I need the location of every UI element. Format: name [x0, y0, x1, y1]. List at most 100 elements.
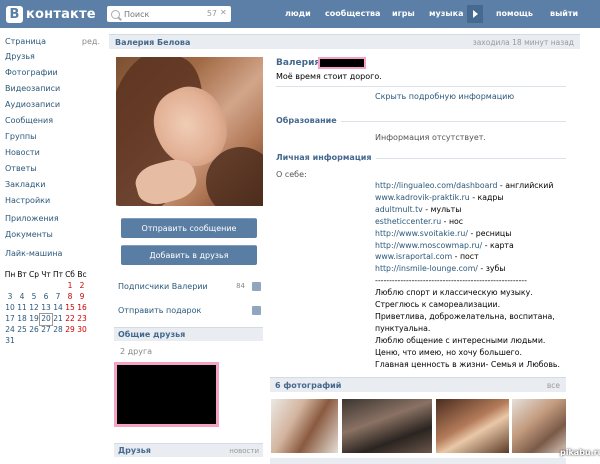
search-input[interactable]	[124, 9, 204, 19]
menu-videos[interactable]: Видеозаписи	[5, 84, 60, 93]
about-link[interactable]: adultmult.tv	[375, 205, 423, 214]
send-message-button[interactable]: Отправить сообщение	[121, 218, 257, 238]
calendar-day[interactable]: 29	[64, 325, 76, 336]
calendar-day[interactable]: 11	[16, 303, 28, 314]
calendar-day[interactable]: 27	[40, 325, 52, 336]
day-label: Пн	[4, 270, 16, 279]
calendar-day[interactable]: 18	[16, 314, 28, 325]
watermark: pikabu.ru	[560, 448, 600, 457]
day-label: Вс	[77, 270, 87, 279]
calendar-day[interactable]: 31	[4, 336, 16, 347]
calendar-day[interactable]: 22	[64, 314, 76, 325]
about-link[interactable]: estheticcenter.ru	[375, 217, 441, 226]
menu-edit[interactable]: ред.	[82, 37, 100, 46]
calendar-day[interactable]: 3	[4, 292, 16, 303]
about-link[interactable]: http://lingualeo.com/dashboard	[375, 181, 497, 190]
friend-photo-redacted[interactable]	[114, 362, 219, 427]
calendar-body: 1 2 3 4 5 6 7 8 9 10 11 12 13 14 15 16 17 18 19 20 21 22 23 24 2…	[4, 281, 92, 347]
about-link[interactable]: http://insmile-lounge.com/	[375, 264, 478, 273]
subscribers-icon	[252, 282, 261, 291]
about-line: adultmult.tv - мульты	[375, 204, 575, 216]
play-icon[interactable]	[467, 5, 483, 23]
about-line: www.kadrovik-praktik.ru - кадры	[375, 192, 575, 204]
photos-all-link[interactable]: все	[547, 381, 560, 390]
common-friends-title: Общие друзья	[118, 330, 186, 339]
nav-music[interactable]: музыка	[429, 9, 463, 18]
calendar-day[interactable]: 14	[52, 303, 64, 314]
common-friends-header[interactable]: Общие друзья	[114, 327, 263, 341]
menu-apps[interactable]: Приложения	[5, 214, 59, 223]
calendar-day[interactable]: 2	[76, 281, 88, 292]
menu-groups[interactable]: Группы	[5, 132, 36, 141]
photos-header[interactable]: 6 фотографий все	[270, 377, 566, 392]
vk-logo[interactable]: В контакте	[6, 5, 98, 23]
menu-answers[interactable]: Ответы	[5, 164, 37, 173]
photo-thumb[interactable]	[271, 399, 338, 453]
calendar-day[interactable]: 24	[4, 325, 16, 336]
calendar-day[interactable]: 25	[16, 325, 28, 336]
calendar-day[interactable]: 8	[64, 292, 76, 303]
day-label: Чт	[41, 270, 51, 279]
subscribers-count: 84	[236, 282, 245, 290]
calendar-day[interactable]: 26	[28, 325, 40, 336]
toggle-info-link[interactable]: Скрыть подробную информацию	[375, 92, 514, 101]
about-link[interactable]: http://www.moscowmap.ru/	[375, 241, 482, 250]
send-gift-label: Отправить подарок	[118, 306, 202, 315]
menu-messages[interactable]: Сообщения	[5, 116, 53, 125]
friends-header[interactable]: Друзья новости	[114, 443, 263, 457]
calendar-day[interactable]: 16	[76, 303, 88, 314]
calendar-day	[28, 281, 40, 292]
menu-app-likemachine[interactable]: Лайк-машина	[5, 249, 62, 258]
add-friend-button[interactable]: Добавить в друзья	[121, 245, 257, 265]
calendar-day[interactable]: 5	[28, 292, 40, 303]
send-gift-link[interactable]: Отправить подарок	[118, 306, 263, 315]
menu-news[interactable]: Новости	[5, 148, 40, 157]
menu-friends[interactable]: Друзья	[5, 52, 35, 61]
about-text-fragment: - нос	[441, 216, 464, 226]
about-link[interactable]: http://www.svoitakie.ru/	[375, 229, 468, 238]
about-text-fragment: - ресницы	[467, 228, 512, 238]
about-line: http://lingualeo.com/dashboard - английс…	[375, 180, 575, 192]
day-label: Сб	[65, 270, 75, 279]
calendar-day[interactable]: 17	[4, 314, 16, 325]
nav-logout[interactable]: выйти	[550, 9, 578, 18]
calendar-day[interactable]: 28	[52, 325, 64, 336]
photo-thumb[interactable]	[436, 399, 509, 453]
nav-help[interactable]: помощь	[496, 9, 533, 18]
close-icon[interactable]: ✕	[220, 8, 228, 18]
nav-people[interactable]: люди	[285, 9, 311, 18]
nav-games[interactable]: игры	[392, 9, 415, 18]
menu-page[interactable]: Страница	[5, 37, 46, 46]
friends-news-link[interactable]: новости	[229, 447, 259, 455]
calendar-day[interactable]: 4	[16, 292, 28, 303]
menu-docs[interactable]: Документы	[5, 230, 53, 239]
about-link[interactable]: www.kadrovik-praktik.ru	[375, 193, 470, 202]
calendar-day[interactable]: 15	[64, 303, 76, 314]
first-name: Валерия	[276, 58, 321, 68]
search-box[interactable]: 57 ✕	[107, 6, 231, 22]
calendar-day[interactable]: 7	[52, 292, 64, 303]
calendar-day[interactable]: 23	[76, 314, 88, 325]
menu-photos[interactable]: Фотографии	[5, 68, 58, 77]
menu-audio[interactable]: Аудиозаписи	[5, 100, 60, 109]
calendar-day[interactable]: 13	[40, 303, 52, 314]
calendar-day[interactable]: 19	[28, 314, 40, 325]
photo-thumb[interactable]	[342, 399, 432, 453]
menu-settings[interactable]: Настройки	[5, 196, 50, 205]
calendar-day	[40, 281, 52, 292]
about-link[interactable]: www.israportal.com	[375, 252, 452, 261]
menu-bookmarks[interactable]: Закладки	[5, 180, 45, 189]
calendar-day[interactable]: 9	[76, 292, 88, 303]
calendar-day[interactable]: 20	[39, 313, 53, 326]
calendar-day[interactable]: 1	[64, 281, 76, 292]
calendar-day[interactable]: 6	[40, 292, 52, 303]
subscribers-link[interactable]: Подписчики Валерии 84	[118, 282, 263, 291]
calendar-day[interactable]: 21	[52, 314, 64, 325]
photo-thumb[interactable]	[512, 399, 566, 453]
calendar-day[interactable]: 10	[4, 303, 16, 314]
about-text-fragment: - кадры	[469, 192, 504, 202]
profile-photo[interactable]	[116, 57, 263, 206]
nav-communities[interactable]: сообщества	[325, 9, 380, 18]
calendar-day[interactable]: 12	[28, 303, 40, 314]
calendar-day[interactable]: 30	[76, 325, 88, 336]
